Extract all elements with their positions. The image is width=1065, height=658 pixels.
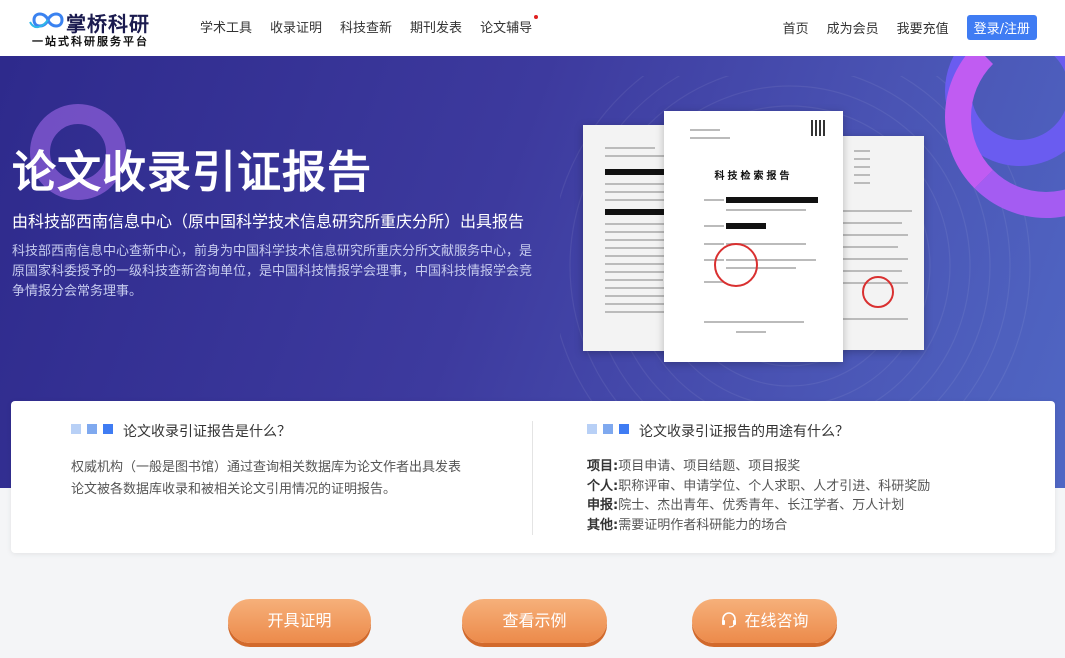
main-nav: 学术工具 收录证明 科技查新 期刊发表 论文辅导 [200,15,539,36]
what-is-body: 权威机构（一般是图书馆）通过查询相关数据库为论文作者出具发表论文被各数据库收录和… [71,460,462,497]
red-seal-icon [714,243,758,287]
infinity-logo-icon [29,12,64,28]
nav-right: 首页 成为会员 我要充值 登录/注册 [783,15,1037,40]
what-is-heading: 论文收录引证报告是什么？ [123,424,291,440]
site-logo[interactable]: 掌桥科研 一站式科研服务平台 [28,6,168,50]
uses-heading: 论文收录引证报告的用途有什么？ [639,424,849,440]
issue-certificate-button[interactable]: 开具证明 [228,599,371,643]
nav-item-paper-tutoring[interactable]: 论文辅导 [480,15,539,36]
hero-title: 论文收录引证报告 [12,147,372,198]
list-item: 其他:需要证明作者科研能力的场合 [587,517,788,533]
nav-item-citation-proof[interactable]: 收录证明 [270,17,322,36]
list-item: 申报:院士、杰出青年、优秀青年、长江学者、万人计划 [587,498,905,513]
gradient-ring-decor [945,56,1065,218]
nav-item-paper-tutoring-label: 论文辅导 [480,21,533,36]
nav-item-become-member[interactable]: 成为会员 [827,18,879,37]
square-decor-icon [87,424,97,434]
nav-item-recharge[interactable]: 我要充值 [897,18,949,37]
report-doc-title: 科技检索报告 [714,171,793,182]
nav-item-academic-tools[interactable]: 学术工具 [200,17,252,36]
online-consult-button[interactable]: 在线咨询 [692,599,837,643]
square-decor-icon [103,424,113,434]
online-consult-label: 在线咨询 [744,611,809,630]
nav-item-home[interactable]: 首页 [783,18,809,37]
login-register-button[interactable]: 登录/注册 [966,15,1037,40]
info-card: 论文收录引证报告是什么？ 权威机构（一般是图书馆）通过查询相关数据库为论文作者出… [11,401,1055,553]
square-decor-icon [619,424,629,434]
square-decor-icon [587,424,597,434]
logo-subtitle: 一站式科研服务平台 [32,35,149,48]
headset-icon [722,612,737,628]
list-item: 个人:职称评审、申请学位、个人求职、人才引进、科研奖励 [587,478,931,494]
uses-list: 项目:项目申请、项目结题、项目报奖 个人:职称评审、申请学位、个人求职、人才引进… [587,457,930,535]
card-divider [532,421,533,535]
report-page-main-image: 科技检索报告 [664,111,843,362]
list-item: 项目:项目申请、项目结题、项目报奖 [587,459,801,474]
top-header: 掌桥科研 一站式科研服务平台 学术工具 收录证明 科技查新 期刊发表 论文辅导 … [0,0,1065,56]
new-dot-badge [534,15,539,19]
square-decor-icon [71,424,81,434]
nav-item-journal-publish[interactable]: 期刊发表 [410,17,462,36]
qr-code-icon [811,120,827,136]
square-decor-icon [603,424,613,434]
hero-subtitle: 由科技部西南信息中心（原中国科学技术信息研究所重庆分所）出具报告 [12,212,525,231]
view-sample-button[interactable]: 查看示例 [462,599,607,643]
red-seal-icon [862,276,894,308]
nav-item-novelty-search[interactable]: 科技查新 [340,17,392,36]
hero-description: 科技部西南信息中心查新中心，前身为中国科学技术信息研究所重庆分所文献服务中心，是… [12,244,533,299]
